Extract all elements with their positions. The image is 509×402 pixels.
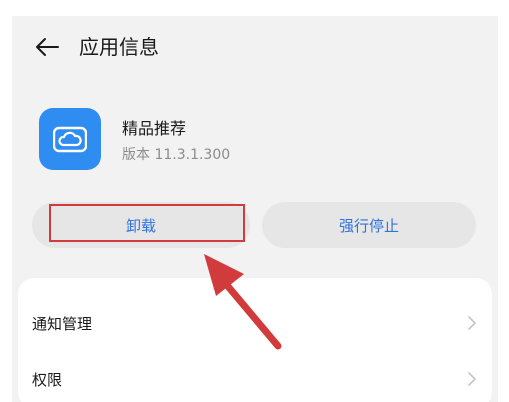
force-stop-button-label: 强行停止 — [338, 216, 399, 235]
chevron-right-icon — [466, 371, 478, 387]
cloud-icon — [53, 126, 87, 153]
force-stop-button[interactable]: 强行停止 — [262, 202, 476, 248]
header: 应用信息 — [12, 16, 498, 76]
app-name: 精品推荐 — [122, 119, 187, 138]
app-version: 版本 11.3.1.300 — [122, 147, 231, 163]
settings-item-label: 权限 — [32, 370, 63, 389]
page-title: 应用信息 — [79, 35, 159, 59]
back-arrow-icon[interactable] — [34, 36, 60, 58]
settings-item-label: 通知管理 — [32, 314, 93, 333]
settings-item-permissions[interactable]: 权限 — [32, 364, 478, 394]
app-info-screen: 应用信息 精品推荐 版本 11.3.1.300 卸载 强行停止 通知管理 权限 — [12, 16, 498, 402]
app-icon — [39, 108, 101, 170]
chevron-right-icon — [466, 315, 478, 331]
highlight-box — [49, 204, 245, 242]
annotation-arrow — [198, 248, 288, 353]
